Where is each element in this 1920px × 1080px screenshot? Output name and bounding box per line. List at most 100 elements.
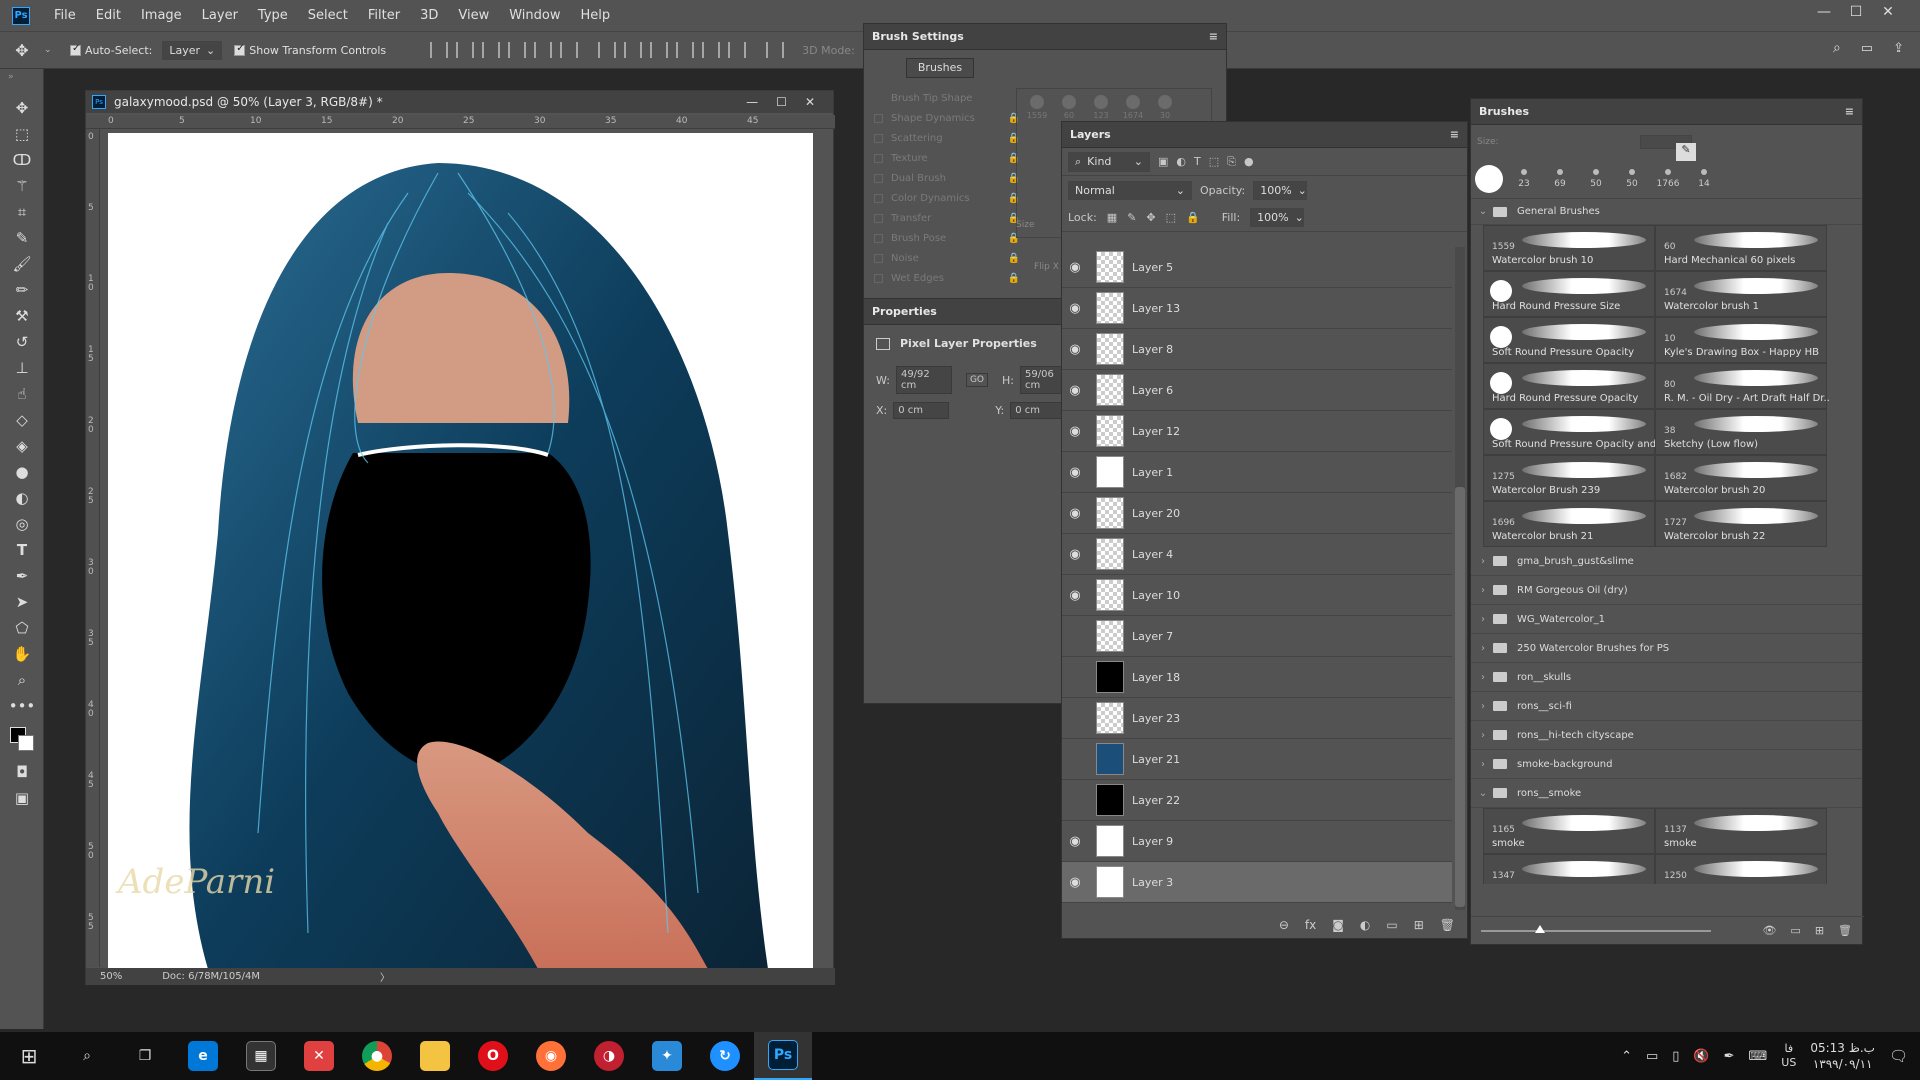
brush-preset-item[interactable]: 1559 Watercolor brush 10 <box>1483 225 1655 271</box>
menu-type[interactable]: Type <box>248 0 298 31</box>
crop-icon[interactable]: ⌗ <box>0 199 44 225</box>
clock[interactable]: 05:13 ب.ظ ۱۳۹۹/۰۹/۱۱ <box>1810 1040 1875 1072</box>
new-brush-icon[interactable]: ✎ <box>1676 143 1696 161</box>
collapsed-chevron-icon[interactable]: › <box>1477 701 1489 712</box>
layers-scrollbar[interactable] <box>1455 247 1465 910</box>
visibility-eye-icon[interactable]: ◉ <box>1062 301 1088 316</box>
width-field[interactable]: 49/92 cm <box>895 366 952 394</box>
fill-field[interactable]: 100% ⌄ <box>1250 208 1305 227</box>
color-swatches[interactable] <box>0 719 43 759</box>
battery-icon[interactable]: ▭ <box>1646 1049 1658 1064</box>
brush-folder[interactable]: › gma_brush_gust&slime <box>1471 547 1862 576</box>
delete-layer-icon[interactable]: 🗑 <box>1440 918 1455 932</box>
pen-icon[interactable]: ✒ <box>0 563 44 589</box>
menu-image[interactable]: Image <box>131 0 192 31</box>
brushes-button[interactable]: Brushes <box>906 58 974 78</box>
maximize-icon[interactable]: ☐ <box>1840 0 1872 24</box>
slider-handle[interactable] <box>1535 924 1545 933</box>
brush-preset-item[interactable]: 1727 Watercolor brush 22 <box>1655 501 1827 547</box>
taskbar-chrome[interactable]: ● <box>348 1032 406 1080</box>
search-button[interactable]: ⌕ <box>58 1032 116 1080</box>
align-middle-icon[interactable] <box>456 42 475 58</box>
brush-preset-item[interactable]: 1696 Watercolor brush 21 <box>1483 501 1655 547</box>
chevron-down-icon[interactable]: ⌄ <box>44 45 60 55</box>
quick-mask-icon[interactable]: ◘ <box>0 759 44 785</box>
brush-setting-checkbox[interactable] <box>874 113 883 123</box>
taskbar-calculator[interactable]: ▦ <box>232 1032 290 1080</box>
menu-3d[interactable]: 3D <box>410 0 448 31</box>
filter-shape-icon[interactable]: ⬚ <box>1209 155 1219 168</box>
folder-rons-smoke[interactable]: ⌄ rons__smoke <box>1471 779 1862 808</box>
language-indicator[interactable]: فا US <box>1781 1042 1796 1070</box>
visibility-off-icon[interactable]: ◉ <box>1062 711 1088 726</box>
task-view-button[interactable]: ❐ <box>116 1032 174 1080</box>
distribute-right-icon[interactable] <box>728 42 747 58</box>
taskbar-firefox[interactable]: ◉ <box>522 1032 580 1080</box>
brush-setting-checkbox[interactable] <box>874 213 883 223</box>
brush-preset-item[interactable]: 60 Hard Mechanical 60 pixels <box>1655 225 1827 271</box>
adjustment-layer-icon[interactable]: ◐ <box>1360 918 1370 932</box>
layer-row[interactable]: ◉ Layer 7 <box>1062 616 1452 657</box>
lock-transparent-icon[interactable]: ▦ <box>1107 211 1117 224</box>
filter-kind-dropdown[interactable]: ⌕ Kind ⌄ <box>1068 151 1150 172</box>
workspace-icon[interactable]: ▭ <box>1861 41 1873 56</box>
collapsed-chevron-icon[interactable]: › <box>1477 556 1489 567</box>
filter-type-icon[interactable]: T <box>1194 155 1201 168</box>
visibility-eye-icon[interactable]: ◉ <box>1062 424 1088 439</box>
pen-icon[interactable]: ✒ <box>1724 1049 1735 1064</box>
magic-wand-icon[interactable]: ⚚ <box>0 173 44 199</box>
mixer-brush-icon[interactable]: ⚒ <box>0 303 44 329</box>
background-color-swatch[interactable] <box>18 735 34 751</box>
brush-setting-checkbox[interactable] <box>874 173 883 183</box>
eraser-icon[interactable]: ◇ <box>0 407 44 433</box>
brush-setting-checkbox[interactable] <box>874 253 883 263</box>
layer-row[interactable]: ◉ Layer 20 <box>1062 493 1452 534</box>
layer-row[interactable]: ◉ Layer 8 <box>1062 329 1452 370</box>
screen-mode-icon[interactable]: ▣ <box>0 785 44 811</box>
clone-stamp-icon[interactable]: ⊥ <box>0 355 44 381</box>
brush-preset-item[interactable]: 1275 Watercolor Brush 239 <box>1483 455 1655 501</box>
taskbar-explorer[interactable] <box>406 1032 464 1080</box>
horizontal-ruler[interactable]: 0 5 10 15 20 25 30 35 40 45 <box>86 115 835 129</box>
brush-setting-item[interactable]: Texture 🔒 <box>874 148 1024 168</box>
distribute-center-icon[interactable] <box>702 42 721 58</box>
brush-preset-item[interactable]: Hard Round Pressure Size <box>1483 271 1655 317</box>
move-tool-icon[interactable]: ✥ <box>0 41 44 60</box>
brush-preset-item[interactable]: 1347 <box>1483 854 1655 884</box>
brush-preset-item[interactable]: 10 Kyle's Drawing Box - Happy HB <box>1655 317 1827 363</box>
brush-setting-item[interactable]: Scattering 🔒 <box>874 128 1024 148</box>
collapsed-chevron-icon[interactable]: › <box>1477 672 1489 683</box>
filter-toggle-icon[interactable]: ● <box>1244 155 1254 168</box>
network-icon[interactable]: ▯ <box>1672 1049 1679 1064</box>
align-bottom-icon[interactable] <box>482 42 501 58</box>
menu-view[interactable]: View <box>448 0 499 31</box>
align-right-icon[interactable] <box>560 42 579 58</box>
visibility-eye-icon[interactable]: ◉ <box>1062 260 1088 275</box>
taskbar-photoshop[interactable]: Ps <box>754 1032 812 1080</box>
lock-artboard-icon[interactable]: ⬚ <box>1166 211 1176 224</box>
distribute-left-icon[interactable] <box>676 42 695 58</box>
document-tab[interactable]: Ps galaxymood.psd @ 50% (Layer 3, RGB/8#… <box>86 91 833 113</box>
layer-row[interactable]: ◉ Layer 9 <box>1062 821 1452 862</box>
brush-setting-item[interactable]: Shape Dynamics 🔒 <box>874 108 1024 128</box>
brush-preset-item[interactable]: 1137 smoke <box>1655 808 1827 854</box>
filter-smart-icon[interactable]: ⎘ <box>1227 155 1236 169</box>
distribute-bottom-icon[interactable] <box>650 42 669 58</box>
search-icon[interactable]: ⌕ <box>1833 40 1841 56</box>
notifications-icon[interactable]: 🗨 <box>1889 1047 1908 1065</box>
menu-window[interactable]: Window <box>499 0 570 31</box>
brush-preset[interactable]: 23 <box>1509 168 1539 189</box>
show-transform-checkbox[interactable] <box>234 43 246 56</box>
visibility-eye-icon[interactable]: ◉ <box>1062 465 1088 480</box>
brush-setting-item[interactable]: Noise 🔒 <box>874 248 1024 268</box>
brush-preset[interactable]: 69 <box>1545 168 1575 189</box>
brush-folder[interactable]: › 250 Watercolor Brushes for PS <box>1471 634 1862 663</box>
blend-mode-dropdown[interactable]: Normal ⌄ <box>1068 180 1192 200</box>
panel-menu-icon[interactable]: ≡ <box>1450 128 1459 141</box>
brush-setting-checkbox[interactable] <box>874 133 883 143</box>
layers-scroll-thumb[interactable] <box>1455 487 1465 907</box>
brush-preset[interactable]: 1766 <box>1653 168 1683 189</box>
link-layers-icon[interactable]: ⊖ <box>1279 918 1289 932</box>
visibility-eye-icon[interactable]: ◉ <box>1062 547 1088 562</box>
brush-icon[interactable]: 🖌 <box>0 251 44 277</box>
